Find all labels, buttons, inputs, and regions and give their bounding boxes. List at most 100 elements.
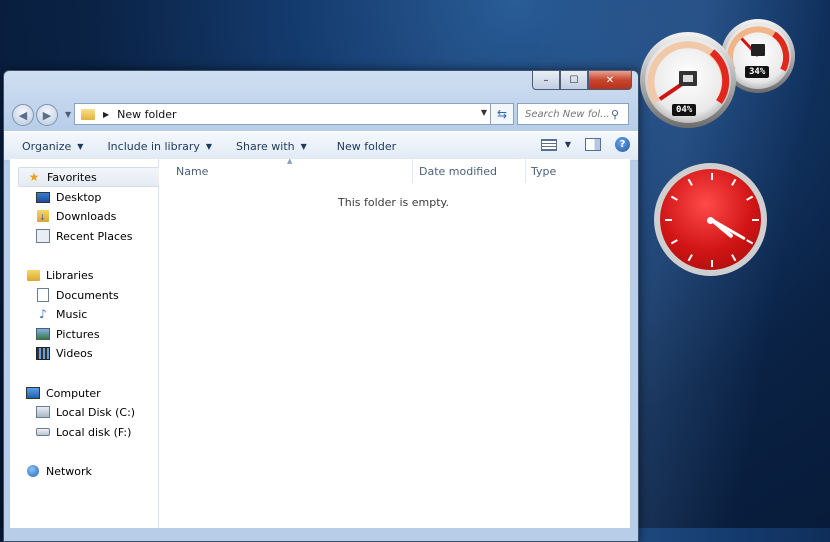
videos-icon	[36, 346, 50, 360]
clock-hour-tick	[670, 195, 678, 201]
breadcrumb-current[interactable]: New folder	[117, 108, 176, 121]
refresh-icon: ⇆	[496, 107, 508, 121]
back-button[interactable]: ◀	[12, 104, 34, 126]
chevron-down-icon: ▼	[205, 141, 213, 151]
clock-hour-tick	[687, 253, 693, 261]
clock-hour-tick	[670, 238, 678, 244]
nav-local-disk-f[interactable]: Local disk (F:)	[36, 423, 131, 441]
memory-readout: 34%	[745, 66, 770, 78]
recent-pages-dropdown[interactable]: ▼	[65, 110, 71, 119]
nav-recent-places-label: Recent Places	[56, 229, 133, 243]
nav-local-disk-f-label: Local disk (F:)	[56, 425, 132, 439]
desktop-icon	[36, 190, 50, 204]
nav-music-label: Music	[56, 307, 88, 321]
drive-f-icon	[36, 425, 50, 439]
drive-c-icon	[36, 405, 50, 419]
nav-videos[interactable]: Videos	[36, 344, 93, 362]
column-date-modified-label: Date modified	[419, 164, 497, 178]
chevron-down-icon: ▼	[77, 141, 84, 151]
nav-recent-places[interactable]: Recent Places	[36, 227, 133, 245]
nav-pictures-label: Pictures	[56, 327, 100, 341]
maximize-button[interactable]: ☐	[560, 70, 588, 90]
computer-icon	[26, 386, 40, 400]
nav-local-disk-c-label: Local Disk (C:)	[56, 405, 136, 419]
nav-computer-label: Computer	[46, 386, 101, 400]
nav-videos-label: Videos	[56, 346, 93, 360]
cpu-chip-core	[683, 75, 693, 82]
preview-pane-icon[interactable]	[585, 138, 601, 151]
clock-hour-tick	[730, 178, 736, 186]
share-with-menu[interactable]: Share with ▼	[224, 140, 319, 153]
clock-hour-tick	[710, 172, 713, 180]
downloads-icon: ↓	[36, 209, 50, 223]
music-icon: ♪	[39, 307, 47, 321]
address-row: ◀ ▶ ▼ ▶ New folder ▼ ⇆ ⚲	[10, 102, 630, 126]
nav-network[interactable]: Network	[26, 462, 92, 480]
minimize-button[interactable]: –	[532, 70, 560, 90]
close-button[interactable]: ✕	[588, 70, 632, 90]
nav-desktop[interactable]: Desktop	[36, 188, 101, 206]
pictures-icon	[36, 327, 50, 341]
nav-downloads-label: Downloads	[56, 209, 117, 223]
nav-favorites[interactable]: ★ Favorites	[18, 167, 166, 187]
clock-face	[660, 169, 761, 270]
cpu-meter-graphic	[640, 19, 795, 128]
help-icon[interactable]: ?	[615, 137, 630, 152]
nav-local-disk-c[interactable]: Local Disk (C:)	[36, 403, 135, 421]
views-icon	[540, 138, 557, 151]
clock-hour-tick	[664, 218, 672, 221]
column-name-label: Name	[176, 164, 209, 178]
nav-music[interactable]: ♪ Music	[36, 305, 87, 323]
clock-hour-tick	[710, 259, 713, 267]
nav-downloads[interactable]: ↓ Downloads	[36, 207, 116, 225]
include-in-library-label: Include in library	[107, 139, 200, 153]
nav-network-label: Network	[46, 464, 92, 478]
column-header-type[interactable]: Type	[531, 159, 556, 183]
search-input[interactable]	[523, 107, 611, 121]
forward-arrow-icon: ▶	[42, 108, 52, 122]
column-divider[interactable]	[412, 159, 413, 183]
navigation-pane: ★ Favorites Desktop ↓ Downloads Recent P…	[10, 159, 166, 528]
refresh-button[interactable]: ⇆	[490, 103, 514, 125]
network-icon	[26, 464, 40, 478]
include-in-library-menu[interactable]: Include in library ▼	[95, 140, 224, 153]
nav-computer[interactable]: Computer	[26, 384, 101, 402]
back-arrow-icon: ◀	[18, 108, 28, 122]
toolbar-right: ▼ ?	[540, 137, 630, 152]
forward-button[interactable]: ▶	[36, 104, 58, 126]
nav-documents-label: Documents	[56, 288, 119, 302]
column-divider[interactable]	[525, 159, 526, 183]
column-header-date-modified[interactable]: Date modified	[419, 159, 497, 183]
organize-label: Organize	[22, 139, 72, 153]
share-with-label: Share with	[236, 139, 295, 153]
new-folder-button[interactable]: New folder	[319, 140, 408, 153]
cpu-meter-gadget[interactable]: 04% 34%	[640, 12, 800, 130]
memory-chip-icon	[751, 44, 765, 56]
clock-center-pin	[707, 217, 714, 224]
nav-pictures[interactable]: Pictures	[36, 325, 100, 343]
clock-hour-tick	[745, 195, 753, 201]
search-icon[interactable]: ⚲	[611, 108, 619, 121]
nav-libraries[interactable]: Libraries	[26, 266, 94, 284]
change-view-button[interactable]: ▼	[540, 138, 571, 151]
chevron-down-icon: ▼	[564, 140, 571, 149]
empty-folder-message: This folder is empty.	[338, 196, 449, 209]
address-dropdown-icon[interactable]: ▼	[481, 108, 487, 117]
nav-documents[interactable]: Documents	[36, 286, 119, 304]
command-bar: Organize ▼ Include in library ▼ Share with…	[4, 131, 638, 161]
clock-hour-tick	[745, 238, 753, 244]
cpu-readout: 04%	[672, 104, 697, 116]
address-bar[interactable]: ▶ New folder ▼	[74, 103, 492, 125]
file-list[interactable]: ▲ Name Date modified Type This folder is…	[159, 157, 630, 528]
new-folder-label: New folder	[336, 139, 397, 153]
search-box[interactable]: ⚲	[517, 103, 629, 125]
clock-hour-tick	[751, 218, 759, 221]
organize-menu[interactable]: Organize ▼	[4, 140, 95, 153]
sort-arrow-icon: ▲	[287, 157, 293, 165]
column-header-name[interactable]: Name	[176, 159, 208, 183]
column-type-label: Type	[531, 164, 557, 178]
chevron-down-icon: ▼	[300, 141, 307, 151]
breadcrumb-separator-icon[interactable]: ▶	[103, 110, 109, 119]
clock-gadget[interactable]	[654, 163, 767, 276]
recent-places-icon	[36, 229, 50, 243]
